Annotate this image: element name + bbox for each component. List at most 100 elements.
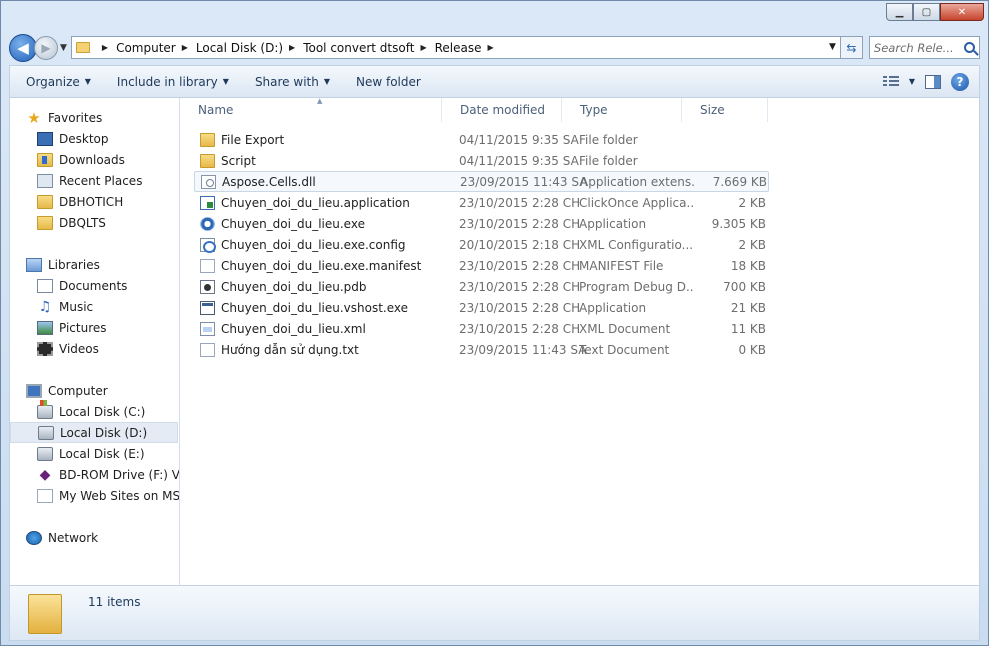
maximize-button[interactable]: ▢ bbox=[913, 3, 940, 21]
nav-recent-places[interactable]: Recent Places bbox=[37, 170, 179, 191]
file-name: Hướng dẫn sử dụng.txt bbox=[221, 342, 359, 357]
nav-libraries[interactable]: Libraries bbox=[26, 254, 179, 275]
nav-local-disk-e[interactable]: Local Disk (E:) bbox=[37, 443, 179, 464]
file-type: File folder bbox=[579, 132, 638, 147]
file-name: Chuyen_doi_du_lieu.exe bbox=[221, 216, 365, 231]
file-type: XML Document bbox=[579, 321, 671, 336]
file-row[interactable]: Chuyen_doi_du_lieu.xml 23/10/2015 2:28 C… bbox=[194, 318, 769, 339]
file-type: File folder bbox=[579, 153, 638, 168]
nav-dbhotich[interactable]: DBHOTICH bbox=[37, 191, 179, 212]
nav-label: Music bbox=[59, 299, 94, 314]
back-button[interactable]: ◀ bbox=[9, 33, 37, 62]
chevron-down-icon: ▼ bbox=[84, 77, 91, 86]
drive-icon bbox=[37, 446, 53, 461]
nav-local-disk-c[interactable]: Local Disk (C:) bbox=[37, 399, 179, 422]
file-date: 23/10/2015 2:28 CH bbox=[459, 279, 581, 294]
folder-icon bbox=[37, 194, 53, 209]
nav-label: DBHOTICH bbox=[59, 194, 124, 209]
file-size: 700 KB bbox=[723, 279, 766, 294]
file-row[interactable]: File Export 04/11/2015 9:35 SA File fold… bbox=[194, 129, 769, 150]
navigation-pane: ★ Favorites Desktop Downloads Recent Plac… bbox=[10, 98, 180, 585]
chevron-right-icon[interactable]: ▶ bbox=[488, 43, 494, 52]
address-bar[interactable]: ▶ Computer ▶ Local Disk (D:) ▶ Tool conv… bbox=[70, 36, 841, 59]
recent-places-icon bbox=[37, 173, 53, 188]
new-folder-button[interactable]: New folder bbox=[340, 75, 431, 89]
help-button[interactable]: ? bbox=[951, 72, 969, 91]
column-header-name[interactable]: Name ▲ bbox=[180, 97, 442, 122]
file-date: 04/11/2015 9:35 SA bbox=[459, 153, 579, 168]
nav-videos[interactable]: Videos bbox=[37, 338, 179, 359]
chevron-right-icon[interactable]: ▶ bbox=[102, 43, 108, 52]
file-date: 04/11/2015 9:35 SA bbox=[459, 132, 579, 147]
minimize-button[interactable]: ▁ bbox=[886, 3, 913, 21]
nav-computer[interactable]: Computer bbox=[26, 380, 179, 401]
breadcrumb-computer[interactable]: Computer bbox=[116, 41, 176, 55]
file-row[interactable]: Chuyen_doi_du_lieu.pdb 23/10/2015 2:28 C… bbox=[194, 276, 769, 297]
nav-my-web-sites[interactable]: My Web Sites on MSN bbox=[37, 485, 179, 506]
file-date: 23/09/2015 11:43 SA bbox=[459, 342, 587, 357]
view-controls: ▼ ? bbox=[882, 72, 979, 91]
breadcrumb-local-disk-d[interactable]: Local Disk (D:) bbox=[196, 41, 283, 55]
star-icon: ★ bbox=[27, 108, 41, 127]
include-in-library-label: Include in library bbox=[116, 74, 218, 89]
preview-pane-icon[interactable] bbox=[925, 74, 941, 89]
file-name: Chuyen_doi_du_lieu.application bbox=[221, 195, 410, 210]
chevron-right-icon[interactable]: ▶ bbox=[289, 43, 295, 52]
nav-network[interactable]: Network bbox=[26, 527, 179, 548]
file-name: Chuyen_doi_du_lieu.exe.manifest bbox=[221, 258, 422, 273]
file-type: Application bbox=[579, 216, 647, 231]
file-type: MANIFEST File bbox=[579, 258, 664, 273]
nav-desktop[interactable]: Desktop bbox=[37, 128, 179, 149]
caption-buttons: ▁ ▢ ✕ bbox=[886, 3, 984, 21]
nav-dbqlts[interactable]: DBQLTS bbox=[37, 212, 179, 233]
column-header-type[interactable]: Type bbox=[562, 98, 682, 122]
close-button[interactable]: ✕ bbox=[940, 3, 984, 21]
file-row[interactable]: Chuyen_doi_du_lieu.vshost.exe 23/10/2015… bbox=[194, 297, 769, 318]
file-row[interactable]: Chuyen_doi_du_lieu.exe.config 20/10/2015… bbox=[194, 234, 769, 255]
documents-icon bbox=[37, 278, 53, 293]
file-row[interactable]: Aspose.Cells.dll 23/09/2015 11:43 SA App… bbox=[194, 171, 769, 192]
nav-pictures[interactable]: Pictures bbox=[37, 317, 179, 338]
file-name: File Export bbox=[221, 132, 285, 147]
file-date: 23/10/2015 2:28 CH bbox=[459, 216, 581, 231]
file-date: 23/10/2015 2:28 CH bbox=[459, 300, 581, 315]
forward-button[interactable]: ▶ bbox=[34, 35, 58, 60]
nav-bd-rom-drive[interactable]: ◆ BD-ROM Drive (F:) VS2 bbox=[37, 464, 179, 485]
downloads-folder-icon bbox=[37, 152, 53, 167]
column-header-date-modified[interactable]: Date modified bbox=[442, 98, 562, 122]
file-row[interactable]: Script 04/11/2015 9:35 SA File folder bbox=[194, 150, 769, 171]
search-icon[interactable] bbox=[964, 42, 975, 53]
nav-local-disk-d[interactable]: Local Disk (D:) bbox=[10, 422, 178, 443]
chevron-down-icon[interactable]: ▼ bbox=[909, 77, 915, 86]
file-row[interactable]: Chuyen_doi_du_lieu.exe 23/10/2015 2:28 C… bbox=[194, 213, 769, 234]
recent-pages-dropdown[interactable]: ▼ bbox=[60, 43, 67, 53]
nav-downloads[interactable]: Downloads bbox=[37, 149, 179, 170]
chevron-right-icon[interactable]: ▶ bbox=[420, 43, 426, 52]
folder-icon bbox=[75, 42, 90, 53]
refresh-button[interactable]: ⇆ bbox=[840, 36, 863, 59]
file-row[interactable]: Chuyen_doi_du_lieu.application 23/10/201… bbox=[194, 192, 769, 213]
include-in-library-menu[interactable]: Include in library ▼ bbox=[101, 75, 239, 89]
file-size: 9.305 KB bbox=[711, 216, 766, 231]
config-icon bbox=[200, 237, 216, 253]
nav-documents[interactable]: Documents bbox=[37, 275, 179, 296]
file-row[interactable]: Chuyen_doi_du_lieu.exe.manifest 23/10/20… bbox=[194, 255, 769, 276]
chevron-right-icon[interactable]: ▶ bbox=[182, 43, 188, 52]
organize-menu[interactable]: Organize ▼ bbox=[10, 75, 101, 89]
change-view-icon[interactable] bbox=[882, 75, 899, 88]
breadcrumb-tool-convert[interactable]: Tool convert dtsoft bbox=[303, 41, 414, 55]
share-with-menu[interactable]: Share with ▼ bbox=[239, 75, 340, 89]
details-pane: 11 items bbox=[9, 585, 980, 641]
file-size: 2 KB bbox=[738, 237, 766, 252]
nav-music[interactable]: ♫ Music bbox=[37, 296, 179, 317]
nav-favorites[interactable]: ★ Favorites bbox=[26, 107, 179, 128]
file-row[interactable]: Hướng dẫn sử dụng.txt 23/09/2015 11:43 S… bbox=[194, 339, 769, 360]
column-header-size[interactable]: Size bbox=[682, 98, 768, 122]
arrow-left-icon: ◀ bbox=[17, 38, 29, 57]
file-name: Chuyen_doi_du_lieu.exe.config bbox=[221, 237, 406, 252]
file-type: ClickOnce Applica... bbox=[579, 195, 694, 210]
chevron-down-icon[interactable]: ▼ bbox=[829, 42, 836, 52]
search-input[interactable]: Search Rele... bbox=[868, 36, 980, 59]
file-date: 23/10/2015 2:28 CH bbox=[459, 258, 581, 273]
breadcrumb-release[interactable]: Release bbox=[435, 41, 482, 55]
